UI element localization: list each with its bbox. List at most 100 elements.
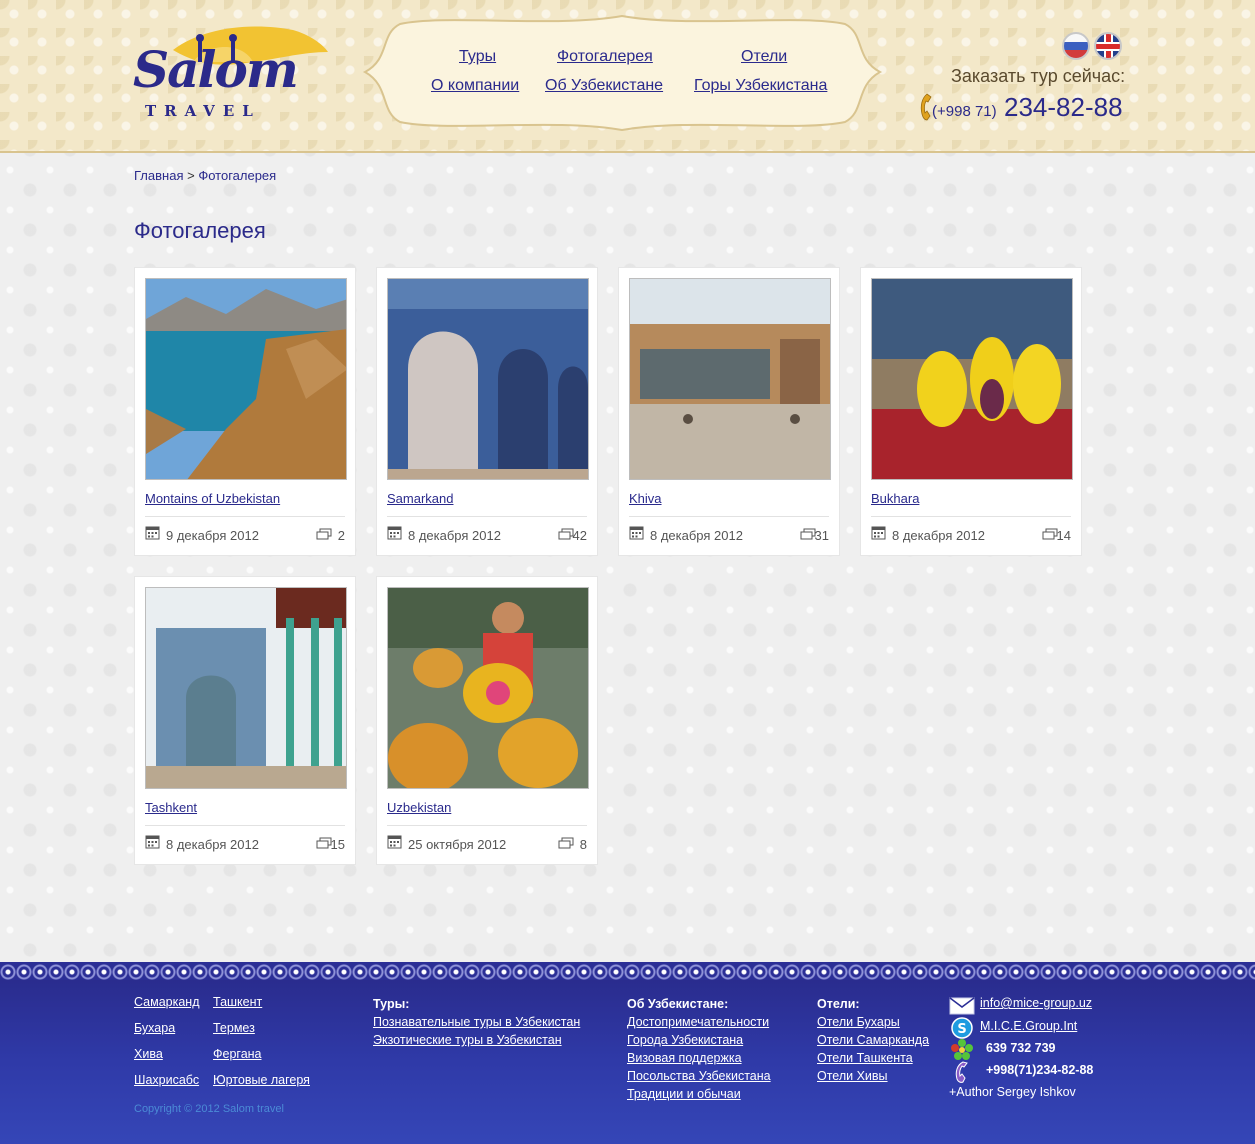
album-title[interactable]: Tashkent [145,800,197,815]
icq-flower-icon [951,1039,973,1060]
album-date: 8 декабря 2012 [166,837,259,852]
album-card: Montains of Uzbekistan 9 декабря 2012 2 [135,268,355,555]
nav-panel-frame [362,14,883,132]
nav-about-company[interactable]: О компании [431,77,519,95]
footer-tours-heading: Туры: [373,997,410,1011]
album-title[interactable]: Uzbekistan [387,800,451,815]
footer-about-link[interactable]: Города Узбекистана [627,1033,743,1047]
phone-number[interactable]: 234-82-88 [1004,92,1123,123]
footer-hotels-link[interactable]: Отели Хивы [817,1069,888,1083]
language-ru-flag-icon[interactable] [1062,32,1090,60]
footer-hotels-link[interactable]: Отели Самарканда [817,1033,929,1047]
album-photo-count: 31 [814,528,829,543]
album-photo-count: 15 [330,837,345,852]
album-photo-uzbekistan[interactable] [387,587,589,789]
album-card: Uzbekistan 25 октября 2012 8 [377,577,597,864]
nav-mountains[interactable]: Горы Узбекистана [694,77,827,95]
footer-tours-link[interactable]: Экзотические туры в Узбекистан [373,1033,562,1047]
footer-city-link[interactable]: Самарканд [134,995,200,1009]
footer-author-link[interactable]: +Author Sergey Ishkov [949,1085,1076,1099]
copyright: Copyright © 2012 Salom travel [134,1103,284,1115]
footer-tours-link[interactable]: Познавательные туры в Узбекистан [373,1015,580,1029]
footer-hotels-link[interactable]: Отели Ташкента [817,1051,913,1065]
calendar-icon [629,526,644,540]
phone-code: (+998 71) [932,103,997,120]
photos-count-icon [316,528,332,540]
language-en-flag-icon[interactable] [1094,32,1122,60]
divider [145,516,345,517]
nav-tours[interactable]: Туры [459,48,496,66]
album-photo-mountains[interactable] [145,278,347,480]
calendar-icon [145,526,160,540]
album-card: Samarkand 8 декабря 2012 42 [377,268,597,555]
page-title: Фотогалерея [134,218,266,243]
album-photo-count: 42 [572,528,587,543]
album-title[interactable]: Bukhara [871,491,919,506]
footer-city-link[interactable]: Термез [213,1021,255,1035]
main-navigation: Туры Фотогалерея Отели О компании Об Узб… [355,14,890,134]
divider [387,825,587,826]
footer-city-link[interactable]: Юртовые лагеря [213,1073,310,1087]
footer-hotels-heading: Отели: [817,997,860,1011]
album-title[interactable]: Khiva [629,491,662,506]
footer-hotels-link[interactable]: Отели Бухары [817,1015,900,1029]
calendar-icon [871,526,886,540]
album-date: 8 декабря 2012 [650,528,743,543]
footer-city-link[interactable]: Ташкент [213,995,262,1009]
calendar-icon [145,835,160,849]
calendar-icon [387,526,402,540]
divider [387,516,587,517]
footer-about-link[interactable]: Посольства Узбекистана [627,1069,771,1083]
order-tour-label: Заказать тур сейчас: [951,66,1126,86]
footer-about-link[interactable]: Визовая поддержка [627,1051,742,1065]
site-logo[interactable]: Salom TRAVEL [133,22,333,127]
album-photo-count: 2 [337,528,345,543]
album-date: 8 декабря 2012 [408,528,501,543]
nav-about-uzbekistan[interactable]: Об Узбекистане [545,77,663,95]
album-date: 9 декабря 2012 [166,528,259,543]
email-icon [949,997,975,1015]
footer-about-link[interactable]: Традиции и обычаи [627,1087,741,1101]
album-date: 25 октября 2012 [408,837,507,852]
footer-about-heading: Об Узбекистане: [627,997,729,1011]
album-date: 8 декабря 2012 [892,528,985,543]
divider [145,825,345,826]
breadcrumb-separator: > [187,168,195,183]
footer-city-link[interactable]: Шахрисабс [134,1073,199,1087]
breadcrumb-home[interactable]: Главная [134,168,183,183]
logo-name: Salom [133,40,299,99]
logo-subtitle: TRAVEL [145,102,261,120]
album-photo-khiva[interactable] [629,278,831,480]
nav-photogallery[interactable]: Фотогалерея [557,48,653,66]
svg-text:S: S [957,1022,966,1037]
album-card: Bukhara 8 декабря 2012 14 [861,268,1081,555]
footer-icq: 639 732 739 [986,1041,1056,1055]
footer-skype-link[interactable]: M.I.C.E.Group.Int [980,1019,1077,1033]
album-photo-count: 8 [579,837,587,852]
breadcrumb: Главная > Фотогалерея [134,168,276,183]
nav-hotels[interactable]: Отели [741,48,787,66]
album-card: Tashkent 8 декабря 2012 15 [135,577,355,864]
album-title[interactable]: Samarkand [387,491,453,506]
footer-email-link[interactable]: info@mice-group.uz [980,996,1092,1010]
footer-city-link[interactable]: Фергана [213,1047,262,1061]
breadcrumb-current[interactable]: Фотогалерея [198,168,276,183]
footer-city-link[interactable]: Хива [134,1047,163,1061]
album-card: Khiva 8 декабря 2012 31 [619,268,839,555]
album-photo-tashkent[interactable] [145,587,347,789]
footer-about-link[interactable]: Достопримечательности [627,1015,769,1029]
album-title[interactable]: Montains of Uzbekistan [145,491,280,506]
divider [871,516,1071,517]
skype-icon: S [951,1017,973,1039]
album-photo-bukhara[interactable] [871,278,1073,480]
divider [629,516,829,517]
calendar-icon [387,835,402,849]
footer-ornament-border [0,962,1255,980]
album-photo-samarkand[interactable] [387,278,589,480]
album-photo-count: 14 [1056,528,1071,543]
site-header: Salom TRAVEL Туры Фотогалерея Отели О ко… [0,0,1255,153]
footer-city-link[interactable]: Бухара [134,1021,175,1035]
photos-count-icon [558,837,574,849]
footer-phone: +998(71)234-82-88 [986,1063,1094,1077]
phone-icon [955,1061,968,1083]
